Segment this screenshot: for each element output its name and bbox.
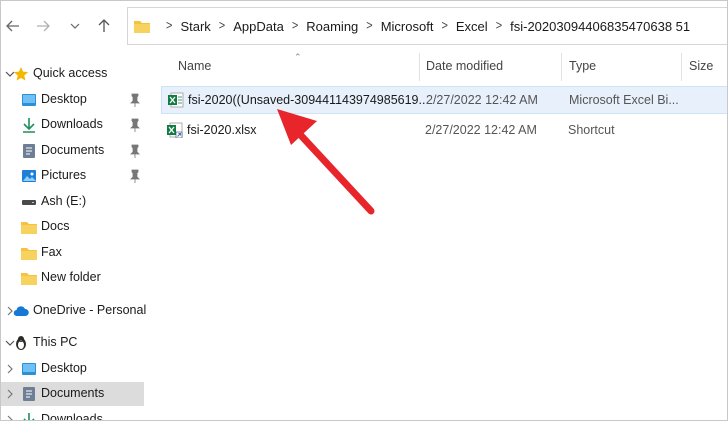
sidebar-label: Fax	[41, 245, 62, 259]
file-explorer-window: > Stark > AppData > Roaming > Microsoft …	[0, 0, 728, 421]
recent-locations-button[interactable]	[63, 13, 87, 39]
column-header-size[interactable]: Size	[689, 51, 713, 81]
file-row-shortcut[interactable]: fsi-2020.xlsx 2/27/2022 12:42 AM Shortcu…	[161, 117, 727, 145]
sidebar-label: Documents	[41, 386, 105, 400]
breadcrumb-microsoft[interactable]: Microsoft	[381, 19, 434, 34]
file-name: fsi-2020((Unsaved-309441143974985619...	[188, 93, 429, 107]
sidebar-item-downloads[interactable]: Downloads	[1, 113, 144, 137]
sidebar-label: OneDrive - Personal	[33, 303, 147, 317]
sidebar-label: Ash (E:)	[41, 194, 87, 208]
chevron-right-icon	[7, 364, 13, 374]
sidebar-pc-documents[interactable]: Documents	[1, 382, 144, 406]
sidebar-label: New folder	[41, 270, 101, 284]
back-button[interactable]	[1, 13, 25, 39]
breadcrumb-stark[interactable]: Stark	[180, 19, 210, 34]
pin-icon	[130, 93, 140, 107]
pin-icon	[130, 144, 140, 158]
drive-icon	[22, 200, 36, 205]
documents-icon	[23, 144, 35, 158]
sort-ascending-icon: ⌃	[294, 52, 302, 62]
file-type: Microsoft Excel Bi...	[569, 93, 679, 107]
sidebar-item-pictures[interactable]: Pictures	[1, 164, 144, 188]
column-divider[interactable]	[681, 53, 682, 81]
documents-icon	[23, 387, 35, 401]
sidebar-item-documents[interactable]: Documents	[1, 139, 144, 163]
sidebar-label: Quick access	[33, 66, 108, 80]
breadcrumb-separator: >	[366, 18, 373, 34]
folder-icon	[134, 21, 150, 33]
file-type: Shortcut	[568, 123, 615, 137]
folder-icon	[21, 248, 37, 260]
penguin-icon	[16, 336, 26, 350]
chevron-right-icon	[7, 415, 13, 420]
sidebar-item-fax[interactable]: Fax	[1, 241, 144, 265]
arrow-up-icon	[98, 19, 110, 32]
excel-binary-file-icon	[168, 92, 184, 108]
column-header-name[interactable]: Name	[178, 51, 211, 81]
sidebar-label: Pictures	[41, 168, 87, 182]
column-header-type[interactable]: Type	[569, 51, 596, 81]
file-row-unsaved[interactable]: fsi-2020((Unsaved-309441143974985619... …	[161, 86, 727, 114]
pictures-icon	[22, 170, 36, 182]
breadcrumb-separator: >	[495, 18, 503, 34]
file-date: 2/27/2022 12:42 AM	[425, 123, 537, 137]
star-icon	[13, 67, 29, 81]
sidebar-quick-access[interactable]: Quick access	[1, 62, 144, 86]
file-date: 2/27/2022 12:42 AM	[426, 93, 538, 107]
sidebar-onedrive[interactable]: OneDrive - Personal	[1, 299, 147, 323]
sidebar-label: Documents	[41, 143, 105, 157]
download-icon	[23, 413, 35, 420]
column-divider[interactable]	[561, 53, 562, 81]
forward-button[interactable]	[31, 13, 55, 39]
breadcrumb-separator: >	[291, 18, 299, 34]
arrow-right-icon	[37, 20, 50, 32]
sidebar-item-desktop[interactable]: Desktop	[1, 88, 144, 112]
breadcrumb-appdata[interactable]: AppData	[233, 19, 284, 34]
sidebar-label: Downloads	[41, 117, 103, 131]
pin-icon	[130, 118, 140, 132]
sidebar-label: Desktop	[41, 361, 87, 375]
column-divider[interactable]	[419, 53, 420, 81]
breadcrumb-separator: >	[441, 18, 448, 34]
sidebar-item-docs[interactable]: Docs	[1, 215, 144, 239]
sidebar-this-pc[interactable]: This PC	[1, 331, 144, 355]
download-icon	[23, 118, 35, 133]
sidebar-item-new-folder[interactable]: New folder	[1, 266, 144, 290]
sidebar-label: Desktop	[41, 92, 87, 106]
desktop-icon	[22, 363, 36, 375]
file-name: fsi-2020.xlsx	[187, 123, 257, 137]
folder-icon	[21, 273, 37, 285]
file-list: ⌃ Name Date modified Type Size fsi-2020(…	[151, 51, 727, 420]
breadcrumb-excel[interactable]: Excel	[456, 19, 488, 34]
sidebar-label: Docs	[41, 219, 70, 233]
up-button[interactable]	[92, 13, 116, 39]
navigation-pane: Quick access Desktop Downloads Documents…	[1, 51, 147, 421]
cloud-icon	[13, 306, 29, 317]
chevron-down-icon	[70, 23, 80, 29]
column-header-date[interactable]: Date modified	[426, 51, 503, 81]
address-bar[interactable]: > Stark > AppData > Roaming > Microsoft …	[127, 7, 727, 45]
breadcrumb-fsi-folder[interactable]: fsi-20203094406835470638 51	[510, 19, 690, 34]
breadcrumb-separator: >	[218, 18, 226, 34]
breadcrumb-roaming[interactable]: Roaming	[306, 19, 358, 34]
folder-icon	[21, 222, 37, 234]
sidebar-pc-downloads[interactable]: Downloads	[1, 408, 144, 421]
sidebar-label: This PC	[33, 335, 78, 349]
arrow-left-icon	[6, 20, 19, 32]
desktop-icon	[22, 94, 36, 106]
chevron-right-icon	[7, 389, 13, 399]
sidebar-item-ash-drive[interactable]: Ash (E:)	[1, 190, 144, 214]
pin-icon	[130, 169, 140, 183]
excel-shortcut-icon	[167, 122, 183, 138]
navigation-bar: > Stark > AppData > Roaming > Microsoft …	[1, 1, 727, 51]
sidebar-pc-desktop[interactable]: Desktop	[1, 357, 144, 381]
sidebar-label: Downloads	[41, 412, 103, 421]
breadcrumb-separator: >	[166, 18, 173, 34]
